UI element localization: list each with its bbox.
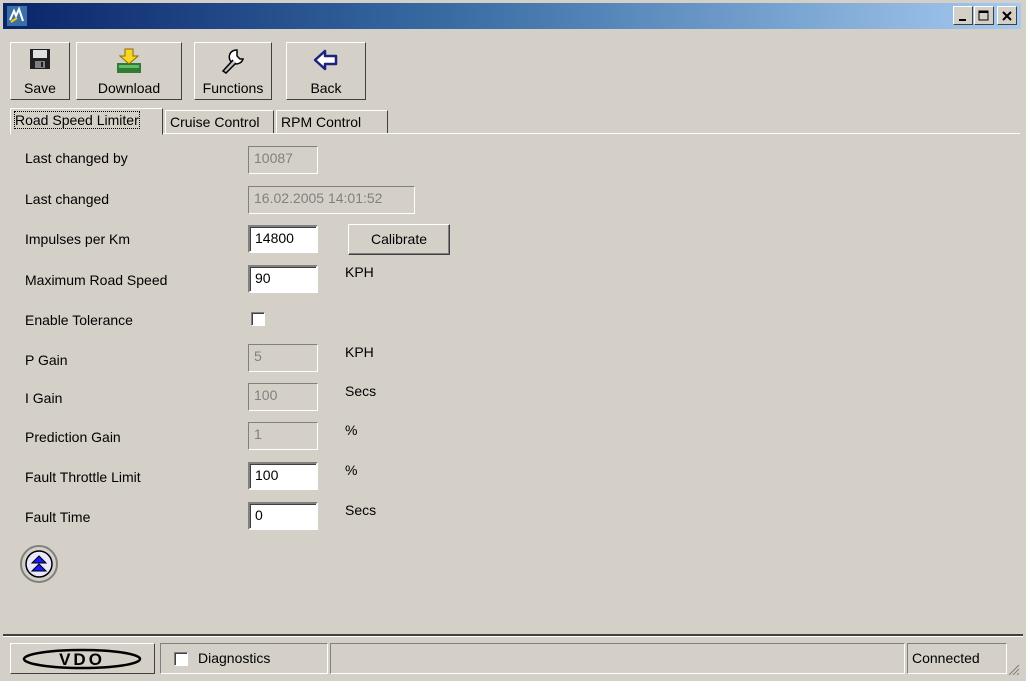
fault-throttle-label: Fault Throttle Limit xyxy=(25,469,141,485)
last-changed-field: 16.02.2005 14:01:52 xyxy=(248,186,415,214)
collapse-button[interactable] xyxy=(20,545,58,583)
p-gain-field: 5 xyxy=(248,344,318,372)
floppy-disk-icon xyxy=(30,49,50,69)
maximize-button[interactable] xyxy=(974,6,994,25)
tab-cruise-control[interactable]: Cruise Control xyxy=(165,110,274,134)
status-message-panel xyxy=(330,643,905,674)
back-arrow-icon xyxy=(313,49,338,71)
last-changed-by-field: 10087 xyxy=(248,146,318,174)
vdo-logo: VDO xyxy=(10,643,155,674)
i-gain-label: I Gain xyxy=(25,390,63,406)
tab-rpm-control[interactable]: RPM Control xyxy=(276,110,388,134)
download-icon xyxy=(117,48,141,73)
connection-status: Connected xyxy=(912,650,980,666)
diagnostics-panel: Diagnostics xyxy=(160,643,328,674)
prediction-gain-label: Prediction Gain xyxy=(25,429,121,445)
i-gain-field: 100 xyxy=(248,383,318,411)
enable-tolerance-label: Enable Tolerance xyxy=(25,312,133,328)
calibrate-button[interactable]: Calibrate xyxy=(348,224,450,255)
fault-throttle-unit: % xyxy=(345,462,358,478)
minimize-icon xyxy=(959,19,966,21)
impulses-label: Impulses per Km xyxy=(25,231,131,247)
fault-time-input[interactable]: 0 xyxy=(248,502,318,530)
prediction-gain-field: 1 xyxy=(248,422,318,450)
minimize-button[interactable] xyxy=(953,6,973,25)
tab-label: Cruise Control xyxy=(170,114,260,130)
p-gain-label: P Gain xyxy=(25,352,68,368)
tab-label: RPM Control xyxy=(281,114,362,130)
wrench-icon xyxy=(221,49,245,74)
maximize-icon xyxy=(978,10,989,21)
functions-label: Functions xyxy=(202,80,264,96)
main-window: Save Download Functions Back Road Speed … xyxy=(0,0,1026,681)
close-icon xyxy=(1002,11,1012,21)
diagnostics-label: Diagnostics xyxy=(198,650,271,666)
enable-tolerance-checkbox[interactable] xyxy=(251,312,265,326)
vdo-logo-text: VDO xyxy=(59,650,105,669)
max-speed-input[interactable]: 90 xyxy=(248,265,318,293)
vdo-logo-icon: VDO xyxy=(22,648,142,670)
prediction-gain-unit: % xyxy=(345,422,358,438)
functions-button[interactable]: Functions xyxy=(194,42,272,100)
status-bar: VDO Diagnostics Connected xyxy=(3,636,1023,681)
title-bar[interactable] xyxy=(3,3,1021,29)
max-speed-label: Maximum Road Speed xyxy=(25,272,168,288)
back-label: Back xyxy=(310,80,342,96)
app-icon xyxy=(7,6,27,26)
fault-throttle-input[interactable]: 100 xyxy=(248,462,318,490)
max-speed-unit: KPH xyxy=(345,264,374,280)
impulses-input[interactable]: 14800 xyxy=(248,225,318,253)
i-gain-unit: Secs xyxy=(345,383,377,399)
fault-time-label: Fault Time xyxy=(25,509,91,525)
p-gain-unit: KPH xyxy=(345,344,374,360)
last-changed-label: Last changed xyxy=(25,191,110,207)
save-label: Save xyxy=(24,80,56,96)
close-button[interactable] xyxy=(997,6,1017,25)
double-chevron-up-icon xyxy=(25,550,53,578)
connection-status-panel: Connected xyxy=(907,643,1007,674)
diagnostics-checkbox[interactable] xyxy=(174,652,188,666)
download-label: Download xyxy=(97,80,161,96)
fault-time-unit: Secs xyxy=(345,502,377,518)
tab-road-speed-limiter[interactable]: Road Speed Limiter xyxy=(10,108,163,135)
download-button[interactable]: Download xyxy=(76,42,182,100)
tab-label: Road Speed Limiter xyxy=(14,111,140,129)
back-button[interactable]: Back xyxy=(286,42,366,100)
last-changed-by-label: Last changed by xyxy=(25,150,128,166)
resize-grip-icon[interactable] xyxy=(1008,664,1020,676)
save-button[interactable]: Save xyxy=(10,42,70,100)
